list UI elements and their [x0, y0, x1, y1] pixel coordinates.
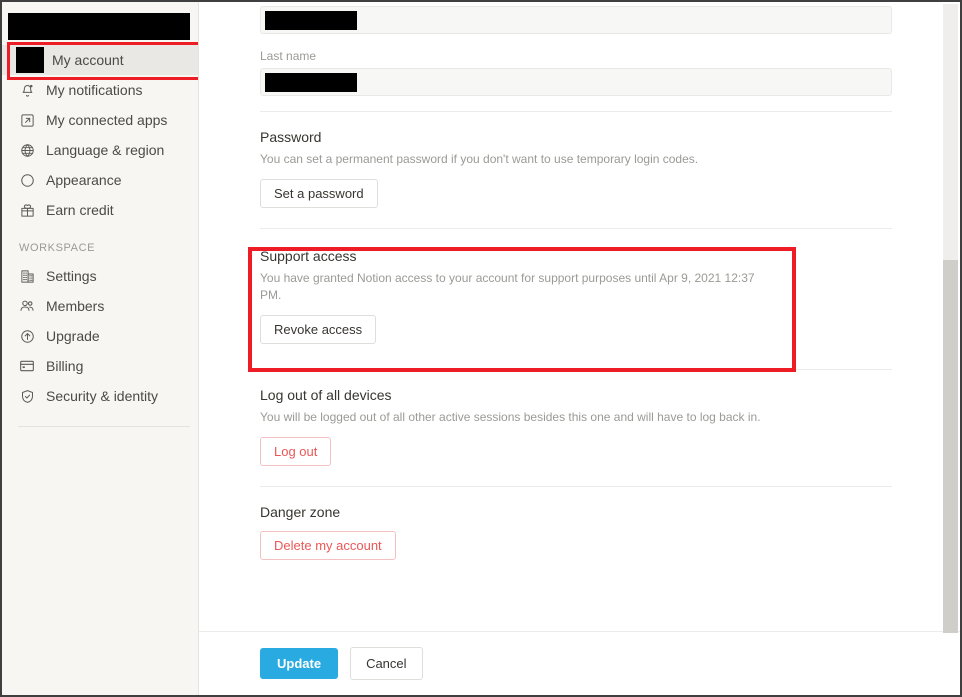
sidebar-item-security-identity[interactable]: Security & identity: [2, 381, 198, 411]
account-name-redacted: [8, 13, 190, 40]
divider-after-log-out: [260, 486, 892, 487]
sidebar-item-label: Billing: [46, 358, 84, 374]
settings-scroll-content: Last name Password You can set a permane…: [199, 2, 936, 630]
gift-icon: [18, 201, 36, 219]
sidebar-item-label: Upgrade: [46, 328, 100, 344]
vertical-scrollbar-thumb[interactable]: [943, 260, 958, 633]
log-out-all-devices-section: Log out of all devices You will be logge…: [260, 387, 936, 466]
sidebar-item-billing[interactable]: Billing: [2, 351, 198, 381]
avatar: [16, 47, 44, 73]
sidebar-item-label: My account: [52, 52, 124, 68]
password-section: Password You can set a permanent passwor…: [260, 129, 936, 208]
support-access-title: Support access: [260, 248, 357, 264]
sidebar-item-my-account[interactable]: My account: [2, 45, 198, 75]
cancel-button[interactable]: Cancel: [350, 647, 423, 680]
globe-icon: [18, 141, 36, 159]
sidebar-item-label: Security & identity: [46, 388, 159, 404]
vertical-scrollbar-track[interactable]: [943, 4, 958, 633]
last-name-input[interactable]: [260, 68, 892, 96]
settings-sidebar: My account My notifications My connected…: [2, 2, 199, 695]
sidebar-item-label: Language & region: [46, 142, 165, 158]
building-icon: [18, 267, 36, 285]
log-out-button[interactable]: Log out: [260, 437, 332, 466]
arrow-up-circle-icon: [18, 327, 36, 345]
divider-after-names: [260, 111, 892, 112]
danger-zone-title: Danger zone: [260, 504, 341, 520]
settings-footer: Update Cancel: [199, 631, 960, 695]
sidebar-item-label: Earn credit: [46, 202, 114, 218]
sidebar-item-label: My notifications: [46, 82, 143, 98]
credit-card-icon: [18, 357, 36, 375]
revoke-access-button[interactable]: Revoke access: [260, 315, 377, 344]
divider-after-support-access: [260, 369, 892, 370]
people-icon: [18, 297, 36, 315]
sidebar-item-upgrade[interactable]: Upgrade: [2, 321, 198, 351]
support-access-section: Support access You have granted Notion a…: [260, 248, 936, 344]
delete-my-account-button[interactable]: Delete my account: [260, 531, 396, 560]
last-name-value-redacted: [265, 72, 357, 92]
update-button[interactable]: Update: [260, 648, 339, 679]
sidebar-item-settings[interactable]: Settings: [2, 261, 198, 291]
sidebar-section-workspace-heading: WORKSPACE: [19, 242, 96, 254]
log-out-all-devices-title: Log out of all devices: [260, 387, 392, 403]
settings-main-panel: Last name Password You can set a permane…: [199, 2, 960, 695]
moon-icon: [18, 171, 36, 189]
sidebar-item-label: My connected apps: [46, 112, 168, 128]
divider-after-password: [260, 228, 892, 229]
sidebar-item-members[interactable]: Members: [2, 291, 198, 321]
bell-icon: [18, 81, 36, 99]
window-left-border: [0, 0, 2, 697]
log-out-all-devices-description: You will be logged out of all other acti…: [260, 410, 761, 424]
first-name-value-redacted: [265, 10, 357, 30]
sidebar-item-label: Members: [46, 298, 105, 314]
password-description: You can set a permanent password if you …: [260, 152, 699, 166]
set-a-password-button[interactable]: Set a password: [260, 179, 378, 208]
danger-zone-section: Danger zone Delete my account: [260, 504, 936, 560]
window-top-border: [0, 0, 962, 2]
sidebar-item-earn-credit[interactable]: Earn credit: [2, 195, 198, 225]
first-name-input[interactable]: [260, 6, 892, 34]
sidebar-item-label: Settings: [46, 268, 97, 284]
sidebar-item-my-connected-apps[interactable]: My connected apps: [2, 105, 198, 135]
settings-window: My account My notifications My connected…: [0, 0, 962, 697]
sidebar-item-label: Appearance: [46, 172, 122, 188]
shield-check-icon: [18, 387, 36, 405]
sidebar-item-my-notifications[interactable]: My notifications: [2, 75, 198, 105]
first-name-field-group: [260, 2, 936, 34]
last-name-field-group: Last name: [260, 49, 936, 96]
last-name-label: Last name: [260, 49, 317, 63]
sidebar-account-nav: My account My notifications My connected…: [2, 45, 198, 411]
support-access-description: You have granted Notion access to your a…: [260, 271, 755, 302]
sidebar-divider: [18, 426, 190, 427]
sidebar-item-appearance[interactable]: Appearance: [2, 165, 198, 195]
password-title: Password: [260, 129, 322, 145]
sidebar-item-language-region[interactable]: Language & region: [2, 135, 198, 165]
external-link-icon: [18, 111, 36, 129]
